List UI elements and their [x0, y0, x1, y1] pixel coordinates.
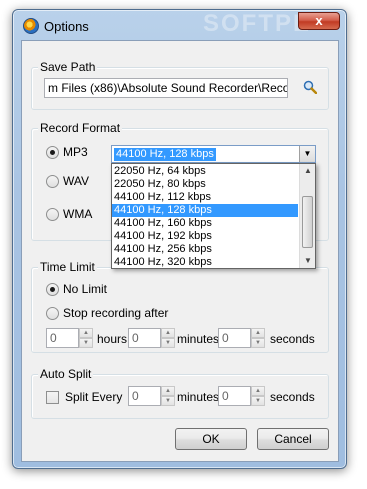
dropdown-item[interactable]: 44100 Hz, 256 kbps — [112, 243, 298, 256]
ok-button[interactable]: OK — [175, 428, 247, 450]
close-button[interactable]: x — [298, 12, 340, 30]
seconds-down-button[interactable]: ▼ — [251, 338, 265, 348]
no-limit-label: No Limit — [63, 282, 108, 296]
wma-radio[interactable] — [46, 208, 59, 221]
format-dropdown-list[interactable]: 22050 Hz, 64 kbps 22050 Hz, 80 kbps 44100 … — [111, 163, 316, 269]
dropdown-item[interactable]: 44100 Hz, 192 kbps — [112, 230, 298, 243]
scroll-down-icon[interactable]: ▼ — [300, 254, 316, 268]
dropdown-item[interactable]: 22050 Hz, 80 kbps — [112, 178, 298, 191]
stop-after-label: Stop recording after — [63, 306, 169, 320]
chevron-down-icon[interactable]: ▼ — [299, 146, 315, 162]
wma-label: WMA — [63, 207, 93, 221]
time-limit-label: Time Limit — [38, 260, 97, 274]
options-dialog: Options SOFTPE x Save Path m Files (x86)… — [12, 9, 347, 469]
save-path-group: Save Path m Files (x86)\Absolute Sound R… — [31, 60, 329, 110]
cancel-button[interactable]: Cancel — [257, 428, 329, 450]
auto-split-label: Auto Split — [38, 367, 94, 381]
minutes-input[interactable]: 0 — [128, 328, 161, 348]
split-minutes-input[interactable]: 0 — [128, 386, 161, 406]
split-minutes-down-button[interactable]: ▼ — [161, 396, 175, 406]
window-title: Options — [44, 19, 89, 34]
split-every-checkbox[interactable] — [46, 391, 59, 404]
wav-label: WAV — [63, 174, 89, 188]
scroll-thumb[interactable] — [302, 196, 313, 248]
split-seconds-down-button[interactable]: ▼ — [251, 396, 265, 406]
hours-spinner[interactable]: 0 ▲ ▼ — [46, 328, 93, 348]
split-seconds-up-button[interactable]: ▲ — [251, 386, 265, 396]
dropdown-item[interactable]: 44100 Hz, 320 kbps — [112, 256, 298, 269]
auto-split-group: Auto Split Split Every 0 ▲ ▼ minutes 0 ▲… — [31, 367, 329, 419]
format-combobox[interactable]: 44100 Hz, 128 kbps ▼ — [111, 145, 316, 163]
hours-input[interactable]: 0 — [46, 328, 79, 348]
search-icon[interactable] — [303, 80, 317, 94]
dialog-client: Save Path m Files (x86)\Absolute Sound R… — [21, 40, 339, 462]
mp3-label: MP3 — [63, 145, 88, 159]
dropdown-item[interactable]: 44100 Hz, 112 kbps — [112, 191, 298, 204]
format-combobox-value: 44100 Hz, 128 kbps — [114, 148, 216, 161]
seconds-input[interactable]: 0 — [218, 328, 251, 348]
no-limit-radio[interactable] — [46, 283, 59, 296]
split-seconds-label: seconds — [270, 390, 315, 404]
record-format-label: Record Format — [38, 121, 123, 135]
minutes-spinner[interactable]: 0 ▲ ▼ — [128, 328, 175, 348]
save-path-label: Save Path — [38, 60, 98, 74]
hours-down-button[interactable]: ▼ — [79, 338, 93, 348]
split-minutes-label: minutes — [177, 390, 220, 404]
minutes-down-button[interactable]: ▼ — [161, 338, 175, 348]
split-every-label: Split Every — [65, 390, 123, 404]
minutes-label: minutes — [177, 332, 220, 346]
dropdown-item[interactable]: 22050 Hz, 64 kbps — [112, 165, 298, 178]
split-seconds-spinner[interactable]: 0 ▲ ▼ — [218, 386, 265, 406]
app-icon — [23, 18, 39, 34]
hours-label: hours — [97, 332, 128, 346]
split-seconds-input[interactable]: 0 — [218, 386, 251, 406]
scroll-up-icon[interactable]: ▲ — [300, 164, 316, 178]
dropdown-item[interactable]: 44100 Hz, 160 kbps — [112, 217, 298, 230]
mp3-radio[interactable] — [46, 146, 59, 159]
seconds-up-button[interactable]: ▲ — [251, 328, 265, 338]
watermark: SOFTPE — [203, 10, 312, 37]
save-path-field[interactable]: m Files (x86)\Absolute Sound Recorder\Re… — [44, 78, 288, 98]
time-limit-group: Time Limit No Limit Stop recording after… — [31, 260, 329, 353]
hours-up-button[interactable]: ▲ — [79, 328, 93, 338]
minutes-up-button[interactable]: ▲ — [161, 328, 175, 338]
stop-after-radio[interactable] — [46, 307, 59, 320]
dropdown-scrollbar[interactable]: ▲ ▼ — [299, 164, 315, 268]
split-minutes-spinner[interactable]: 0 ▲ ▼ — [128, 386, 175, 406]
wav-radio[interactable] — [46, 175, 59, 188]
seconds-label: seconds — [270, 332, 315, 346]
dropdown-item[interactable]: 44100 Hz, 128 kbps — [112, 204, 298, 217]
seconds-spinner[interactable]: 0 ▲ ▼ — [218, 328, 265, 348]
title-bar[interactable]: Options SOFTPE x — [13, 10, 346, 40]
split-minutes-up-button[interactable]: ▲ — [161, 386, 175, 396]
